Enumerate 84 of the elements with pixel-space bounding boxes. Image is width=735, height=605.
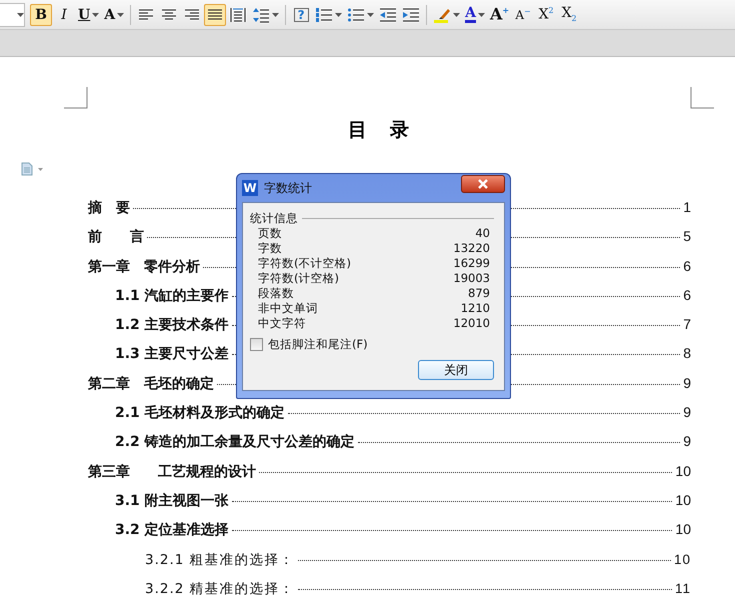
- distribute-icon: [229, 6, 248, 22]
- toc-entry[interactable]: 第三章 工艺规程的设计: [88, 462, 256, 481]
- document-title: 目 录: [347, 118, 412, 143]
- spacing-button[interactable]: A: [102, 4, 126, 26]
- caret-icon: [92, 12, 100, 16]
- page-number: 9: [683, 404, 691, 420]
- help-button[interactable]: ?: [290, 4, 312, 26]
- toc-entry[interactable]: 第一章 零件分析: [88, 258, 200, 276]
- superscript-button[interactable]: X$^{2}$: [535, 4, 558, 26]
- stat-value: 879: [468, 286, 490, 301]
- page-number: 6: [683, 286, 691, 303]
- grow-button[interactable]: A$^{+}$: [488, 4, 512, 26]
- stat-label: 字数: [258, 241, 282, 256]
- toc-entry[interactable]: 前 言: [88, 228, 144, 246]
- stat-value: 40: [475, 226, 490, 241]
- caret-icon: [478, 12, 485, 16]
- highlight-icon: [433, 6, 452, 22]
- caret-icon: [453, 12, 460, 16]
- app-logo: W: [242, 180, 258, 196]
- close-button[interactable]: [461, 175, 505, 193]
- stat-label: 字符数(不计空格): [258, 256, 351, 271]
- stat-label: 字符数(计空格): [258, 271, 339, 286]
- toc-entry[interactable]: 3.2.2 精基准的选择：: [145, 580, 295, 598]
- alignleft-icon: [137, 6, 156, 22]
- checkbox-label: 包括脚注和尾注(F): [268, 337, 368, 352]
- stat-value: 13220: [453, 241, 490, 256]
- justify-icon: [206, 6, 224, 22]
- toc-entry[interactable]: 1.2 主要技术条件: [115, 316, 229, 334]
- stat-value: 1210: [460, 301, 490, 316]
- aligncenter-icon: [160, 6, 178, 22]
- page-number: 9: [683, 374, 691, 391]
- outdent-icon: [379, 6, 398, 22]
- justify-button[interactable]: [204, 4, 226, 26]
- close-icon: [477, 179, 489, 189]
- page-number: 1: [683, 199, 691, 215]
- dialog-title: 字数统计: [264, 180, 313, 196]
- page-number: 11: [674, 580, 691, 596]
- page-number: 10: [675, 521, 691, 538]
- stat-label: 非中文单词: [258, 301, 318, 316]
- toc-entry[interactable]: 2.2 铸造的加工余量及尺寸公差的确定: [115, 433, 355, 452]
- toc-entry[interactable]: 3.2.1 粗基准的选择：: [145, 550, 295, 569]
- stat-label: 段落数: [258, 286, 294, 301]
- crop-mark-icon: [690, 87, 714, 109]
- toc-entry[interactable]: 3.1 附主视图一张: [115, 492, 229, 510]
- stat-label: 页数: [258, 226, 282, 241]
- bullets-icon: [347, 6, 366, 22]
- toc-entry[interactable]: 3.2 定位基准选择: [115, 521, 229, 540]
- stat-value: 12010: [453, 316, 490, 331]
- toc-entry[interactable]: 2.1 毛坯材料及形式的确定: [115, 404, 285, 422]
- caret-icon: [272, 12, 280, 16]
- font-size-field[interactable]: [0, 2, 25, 26]
- page-number: 6: [683, 258, 691, 274]
- shrink-button[interactable]: A$^{−}$: [512, 4, 534, 26]
- page-number: 10: [674, 552, 691, 567]
- numbered-icon: [315, 6, 334, 22]
- close-dialog-button[interactable]: 关闭: [418, 360, 494, 380]
- page-number: 10: [675, 462, 691, 479]
- group-label: 统计信息: [250, 211, 298, 226]
- underline-button[interactable]: U: [76, 4, 102, 26]
- page-number: 9: [683, 433, 691, 450]
- stat-value: 19003: [453, 271, 490, 286]
- stat-label: 中文字符: [258, 316, 306, 331]
- toc-entry[interactable]: 1.1 汽缸的主要作: [115, 286, 229, 305]
- fontcolor-button[interactable]: A: [463, 4, 487, 26]
- toc-entry[interactable]: 1.3 主要尺寸公差: [115, 345, 229, 364]
- caret-icon: [117, 12, 124, 16]
- subscript-button[interactable]: X$_{2}$: [558, 4, 580, 26]
- page-number: 7: [683, 316, 691, 332]
- stat-value: 16299: [453, 256, 490, 271]
- italic-button[interactable]: I: [53, 4, 75, 26]
- page-number: 8: [683, 345, 691, 362]
- caret-icon: [17, 12, 24, 16]
- alignright-icon: [183, 6, 202, 22]
- toc-entry[interactable]: 第二章 毛坯的确定: [88, 374, 214, 393]
- caret-icon: [335, 12, 342, 16]
- page-number: 5: [683, 228, 691, 244]
- linespacing-icon: [252, 6, 270, 22]
- bold-button[interactable]: B: [30, 4, 52, 26]
- page-number: 10: [675, 492, 691, 508]
- crop-mark-icon: [64, 87, 88, 109]
- toc-entry[interactable]: 摘 要: [88, 199, 130, 217]
- checkbox[interactable]: [250, 338, 263, 351]
- indent-icon: [402, 6, 420, 22]
- caret-icon: [367, 12, 374, 16]
